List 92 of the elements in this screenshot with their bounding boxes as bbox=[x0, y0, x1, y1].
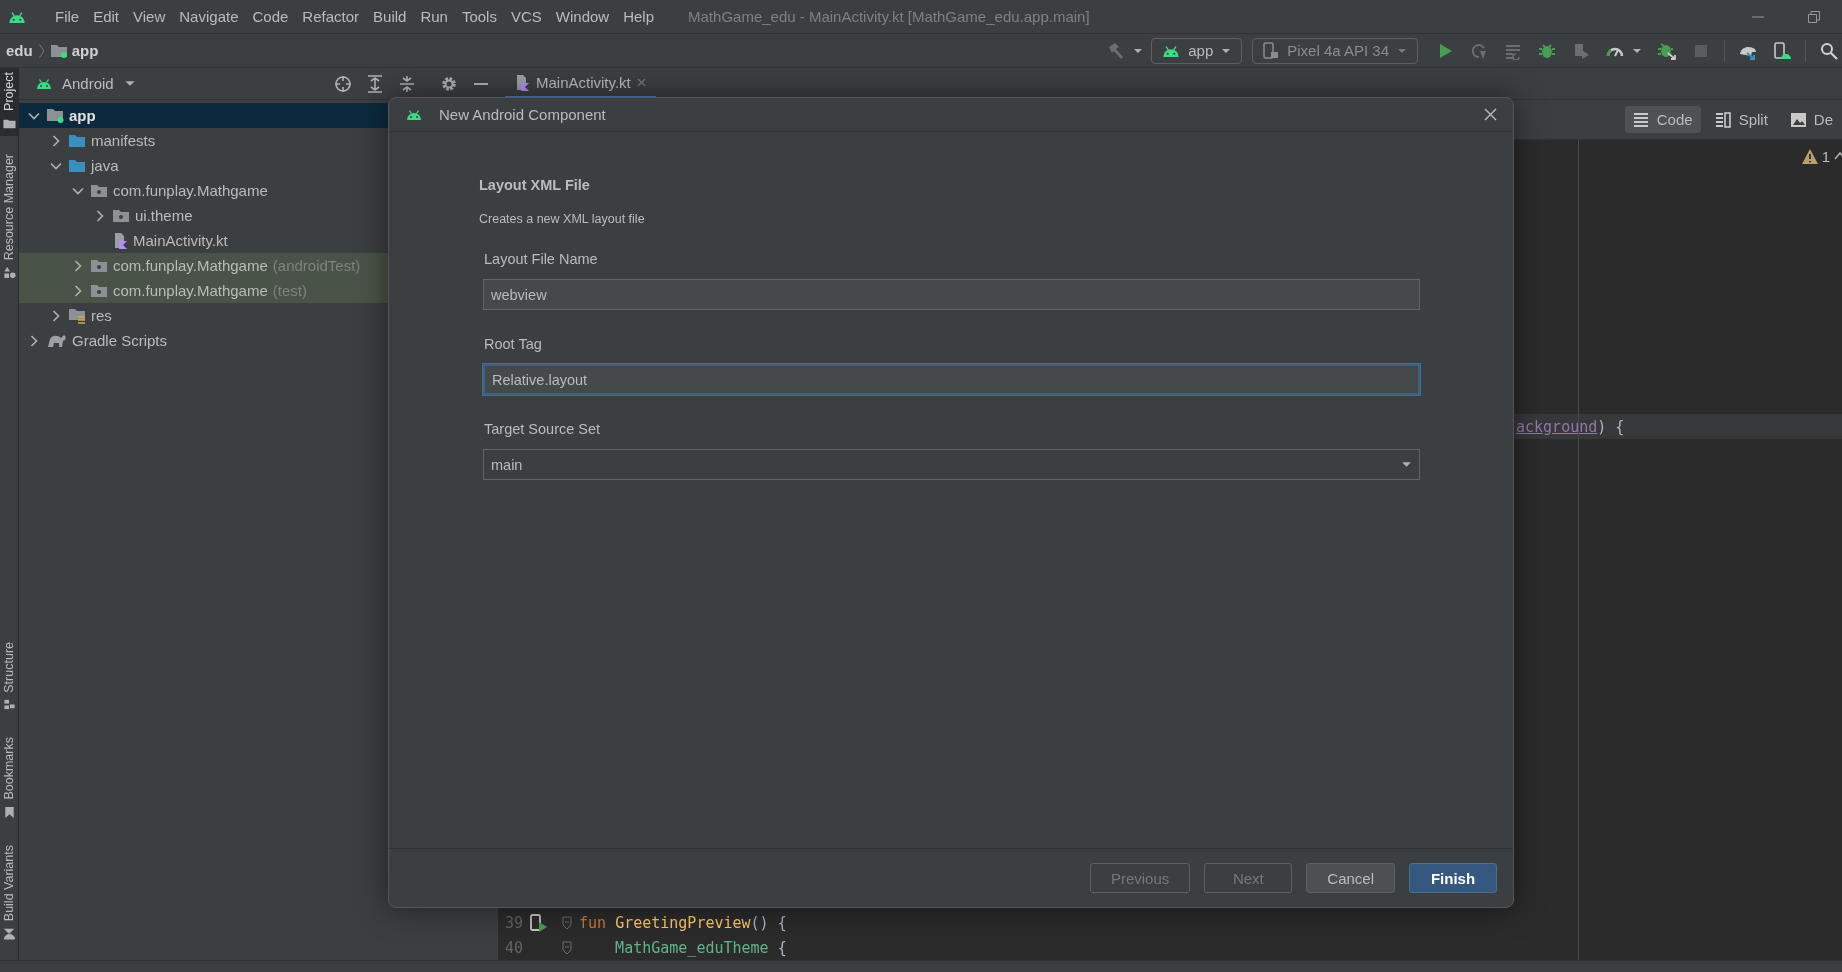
restore-icon[interactable] bbox=[1808, 10, 1820, 23]
caret-icon bbox=[1221, 47, 1232, 54]
chevron-icon bbox=[38, 43, 45, 58]
split-icon bbox=[1714, 110, 1732, 129]
package-folder-icon bbox=[113, 208, 130, 223]
description: Creates a new XML layout file bbox=[479, 212, 646, 226]
caret-icon bbox=[1397, 47, 1407, 54]
tool-window-tab[interactable]: Build Variants bbox=[0, 840, 18, 946]
text-field[interactable]: webview bbox=[483, 279, 1420, 310]
field-label: Target Source Set bbox=[484, 421, 602, 437]
menu-item[interactable]: Help bbox=[616, 8, 662, 25]
tree-item[interactable]: MainActivity.kt bbox=[133, 232, 228, 249]
view-mode-tab[interactable]: De bbox=[1781, 106, 1841, 133]
dialog-title: New Android Component bbox=[439, 106, 606, 123]
text-field[interactable]: Relative.layout bbox=[483, 364, 1420, 395]
lines-icon bbox=[1632, 110, 1650, 129]
code-line: MathGame_eduTheme { bbox=[614, 938, 787, 957]
folder-icon bbox=[69, 133, 86, 148]
tool-window-tab[interactable]: Project bbox=[0, 68, 18, 136]
menu-item[interactable]: View bbox=[126, 8, 173, 25]
field-label: Root Tag bbox=[484, 336, 543, 352]
run-preview-icon[interactable] bbox=[530, 913, 548, 932]
elephant-icon bbox=[47, 333, 67, 348]
device-dropdown[interactable]: Pixel 4a API 34 bbox=[1252, 37, 1418, 64]
view-mode-tab[interactable]: Code bbox=[1624, 106, 1701, 133]
close-icon[interactable] bbox=[636, 77, 646, 87]
bug-icon[interactable] bbox=[1538, 41, 1556, 60]
menu-item[interactable]: Window bbox=[548, 8, 617, 25]
dialog-button[interactable]: Cancel bbox=[1306, 863, 1395, 893]
menu-item[interactable]: File bbox=[48, 8, 87, 25]
fold-marker-icon[interactable] bbox=[562, 915, 572, 930]
menu-item[interactable]: Run bbox=[413, 8, 455, 25]
attach-debugger-icon[interactable] bbox=[1658, 41, 1676, 60]
menu-item[interactable]: Build bbox=[366, 8, 414, 25]
caret-icon[interactable] bbox=[1133, 47, 1144, 54]
field-label: Layout File Name bbox=[484, 251, 599, 267]
menu-item[interactable]: VCS bbox=[503, 8, 549, 25]
breadcrumb[interactable]: edu bbox=[6, 42, 33, 59]
close-icon[interactable] bbox=[1484, 108, 1497, 121]
finish-button[interactable]: Finish bbox=[1409, 863, 1497, 893]
run-config-dropdown[interactable]: app bbox=[1151, 37, 1243, 64]
menu-item[interactable]: Edit bbox=[86, 8, 127, 25]
kotlin-file-icon bbox=[515, 73, 530, 91]
folder-icon bbox=[69, 158, 86, 173]
section-heading: Layout XML File bbox=[479, 177, 591, 193]
kotlin-file-icon bbox=[113, 232, 128, 249]
settings-icon[interactable] bbox=[440, 74, 458, 93]
tree-item[interactable]: java bbox=[91, 157, 119, 174]
phone-icon bbox=[1263, 41, 1280, 60]
menu-item[interactable]: Code bbox=[245, 8, 296, 25]
bookmark-icon bbox=[2, 805, 16, 819]
menu-item[interactable]: Tools bbox=[454, 8, 504, 25]
image-icon bbox=[1789, 110, 1807, 129]
module-folder-icon bbox=[50, 43, 67, 58]
device-manager-icon[interactable] bbox=[1773, 41, 1791, 60]
locate-icon[interactable] bbox=[334, 74, 352, 93]
tree-item[interactable]: com.funplay.Mathgame bbox=[113, 182, 268, 199]
package-folder-icon bbox=[91, 183, 108, 198]
search-icon[interactable] bbox=[1820, 41, 1838, 60]
breadcrumb[interactable]: app bbox=[71, 42, 99, 59]
line-number: 39 bbox=[503, 913, 523, 932]
tree-item[interactable]: Gradle Scripts bbox=[72, 332, 168, 349]
dropdown[interactable]: main bbox=[483, 449, 1420, 480]
menu-item[interactable]: Navigate bbox=[172, 8, 246, 25]
module-folder-icon bbox=[47, 108, 64, 123]
caret-icon[interactable] bbox=[1632, 47, 1642, 54]
warning-icon[interactable] bbox=[1801, 148, 1818, 164]
tool-window-tab[interactable]: Structure bbox=[0, 637, 18, 718]
view-mode-tab[interactable]: Split bbox=[1706, 106, 1776, 133]
code-line: ackground) { bbox=[1516, 417, 1625, 436]
tool-window-tab[interactable]: Bookmarks bbox=[0, 733, 18, 825]
expand-all-icon[interactable] bbox=[366, 74, 384, 93]
tool-window-tab[interactable]: Resource Manager bbox=[0, 149, 18, 286]
menu-item[interactable]: Refactor bbox=[295, 8, 367, 25]
line-number: 40 bbox=[503, 938, 523, 957]
resource-folder-icon bbox=[69, 307, 86, 324]
warning-count: 1 bbox=[1821, 147, 1830, 165]
window-title: MathGame_edu - MainActivity.kt [MathGame_edu.app.main] bbox=[688, 8, 1090, 25]
collapse-all-icon[interactable] bbox=[398, 74, 416, 93]
caret-icon bbox=[123, 80, 136, 87]
caret-icon bbox=[1401, 461, 1412, 468]
tree-item[interactable]: app bbox=[69, 107, 96, 124]
tree-item[interactable]: manifests bbox=[91, 132, 156, 149]
shapes-icon bbox=[2, 266, 16, 280]
tree-item[interactable]: res bbox=[91, 307, 112, 324]
fold-marker-icon[interactable] bbox=[562, 940, 572, 955]
package-folder-icon bbox=[91, 283, 108, 298]
tree-item[interactable]: ui.theme bbox=[135, 207, 193, 224]
package-folder-icon bbox=[91, 258, 108, 273]
structure-icon bbox=[2, 698, 16, 712]
code-line: fun GreetingPreview() { bbox=[579, 913, 787, 932]
view-selector[interactable]: Android bbox=[36, 75, 136, 92]
